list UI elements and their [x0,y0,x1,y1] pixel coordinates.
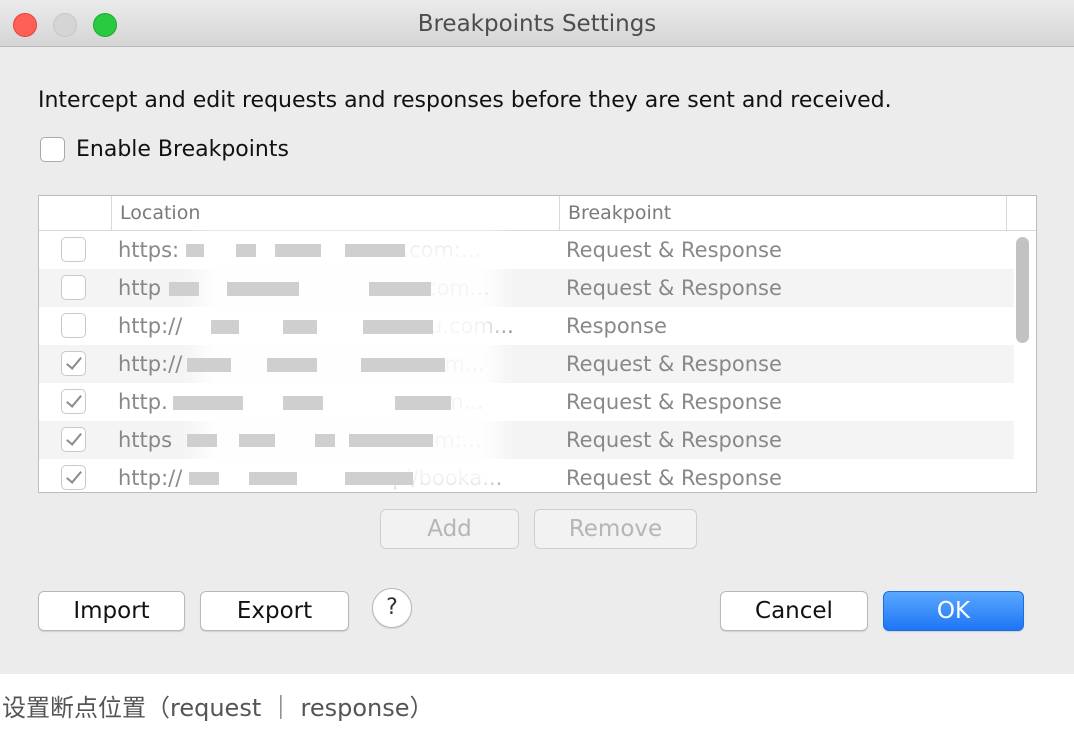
export-button[interactable]: Export [200,591,349,631]
redaction-block [173,396,243,410]
redaction-block [395,396,451,410]
redaction-block [345,244,405,257]
enable-breakpoints-toggle[interactable]: Enable Breakpoints [40,137,289,162]
row-breakpoint: Request & Response [566,276,782,300]
row-enabled-checkbox[interactable] [61,389,86,414]
row-enabled-checkbox[interactable] [61,427,86,452]
redaction-block [283,320,317,334]
row-breakpoint: Request & Response [566,428,782,452]
table-row[interactable]: http:// asou.com... Response [39,307,1014,345]
table-scrollbar[interactable] [1016,237,1029,343]
table-row[interactable]: https .com:... Request & Response [39,421,1014,459]
redaction-block [283,396,323,410]
redaction-block [275,244,321,257]
redaction-block [349,434,433,447]
redaction-block [267,358,317,372]
column-header-breakpoint[interactable]: Breakpoint [559,196,1006,230]
remove-button[interactable]: Remove [534,509,697,549]
cancel-button[interactable]: Cancel [720,591,868,631]
row-enabled-checkbox[interactable] [61,237,86,262]
import-button[interactable]: Import [38,591,185,631]
breakpoints-table[interactable]: Location Breakpoint https: u.com:... Req… [38,195,1037,493]
redaction-block [315,434,335,447]
column-header-filler [1006,196,1036,230]
redaction-block [187,434,217,447]
redaction-block [227,282,299,296]
redaction-block [189,472,219,485]
image-caption: 设置断点位置（request ｜ response） [2,694,434,722]
redaction-blur [199,232,499,492]
redaction-block [249,472,297,485]
redaction-block [363,320,433,334]
row-enabled-checkbox[interactable] [61,275,86,300]
row-breakpoint: Response [566,314,667,338]
row-breakpoint: Request & Response [566,352,782,376]
help-button[interactable]: ? [372,588,412,628]
redaction-block [361,358,445,372]
redaction-block [236,244,256,257]
row-enabled-checkbox[interactable] [61,313,86,338]
table-row[interactable]: http:// .com... Request & Response [39,345,1014,383]
breakpoints-settings-window: Breakpoints Settings Intercept and edit … [0,0,1074,674]
row-breakpoint: Request & Response [566,238,782,262]
enable-breakpoints-checkbox[interactable] [40,137,65,162]
redaction-block [211,320,239,334]
window-title: Breakpoints Settings [417,11,657,37]
row-enabled-checkbox[interactable] [61,465,86,490]
description-text: Intercept and edit requests and response… [38,88,892,113]
redaction-block [369,282,431,296]
column-header-location[interactable]: Location [111,196,559,230]
ok-button[interactable]: OK [883,591,1024,631]
row-breakpoint: Request & Response [566,466,782,490]
redaction-block [239,434,275,447]
redaction-block [186,244,204,257]
redaction-block [345,472,413,485]
row-enabled-checkbox[interactable] [61,351,86,376]
title-bar: Breakpoints Settings [0,0,1074,47]
table-row[interactable]: http:// pi/booka... Request & Response [39,459,1014,492]
redaction-block [169,282,199,296]
enable-breakpoints-label: Enable Breakpoints [76,137,289,162]
add-button[interactable]: Add [380,509,519,549]
table-header: Location Breakpoint [39,196,1036,231]
row-breakpoint: Request & Response [566,390,782,414]
redaction-block [187,358,231,372]
